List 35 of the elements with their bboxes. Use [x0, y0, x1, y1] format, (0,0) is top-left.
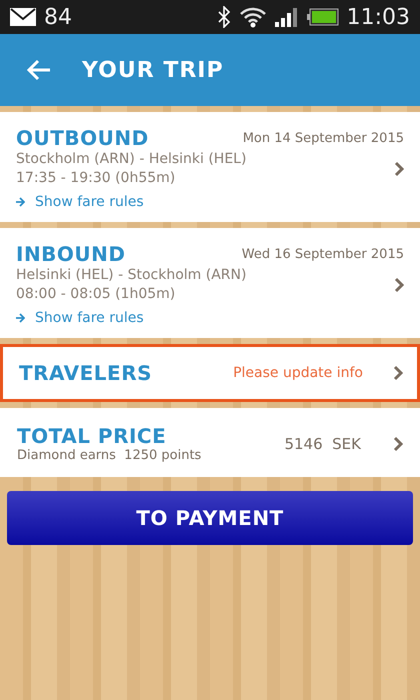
travelers-title: TRAVELERS — [19, 361, 154, 385]
bluetooth-icon — [216, 6, 231, 28]
fare-rules-link[interactable]: Show fare rules — [35, 310, 144, 326]
fare-rules-link[interactable]: Show fare rules — [35, 194, 144, 210]
page-title: YOUR TRIP — [82, 58, 224, 82]
flight-date: Mon 14 September 2015 — [242, 130, 404, 146]
battery-icon — [306, 8, 339, 26]
mail-count: 84 — [44, 4, 72, 30]
travelers-card[interactable]: TRAVELERS Please update info — [0, 344, 420, 402]
chevron-icon[interactable] — [393, 436, 403, 452]
points-text: Diamond earns 1250 points — [17, 448, 202, 463]
update-notice: Please update info — [233, 365, 363, 381]
total-card[interactable]: TOTAL PRICE Diamond earns 1250 points 5146 SEK — [0, 408, 420, 477]
flight-route: Stockholm (ARN) - Helsinki (HEL) — [16, 150, 248, 169]
flight-title: OUTBOUND — [16, 126, 149, 150]
flight-title: INBOUND — [16, 242, 126, 266]
flight-card[interactable]: OUTBOUND Mon 14 September 2015 Stockholm (ARN) - Helsinki (HEL) 17:35 - 19:30 (0h55m) Show fare rules — [0, 112, 420, 222]
flight-date: Wed 16 September 2015 — [242, 246, 404, 262]
arrow-icon — [16, 313, 25, 323]
chevron-icon[interactable] — [393, 365, 403, 381]
total-price: 5146 SEK — [284, 434, 361, 452]
chevron-icon[interactable] — [394, 277, 404, 293]
flight-card[interactable]: INBOUND Wed 16 September 2015 Helsinki (HEL) - Stockholm (ARN) 08:00 - 08:05 (1h05m) Show fare rules — [0, 228, 420, 338]
flight-times: 08:00 - 08:05 (1h05m) — [16, 285, 176, 304]
total-title: TOTAL PRICE — [17, 424, 168, 448]
clock: 11:03 — [346, 4, 410, 30]
flight-times: 17:35 - 19:30 (0h55m) — [16, 169, 176, 188]
mail-icon — [10, 8, 36, 26]
chevron-icon[interactable] — [394, 161, 404, 177]
arrow-icon — [16, 197, 25, 207]
payment-button[interactable]: TO PAYMENT — [7, 491, 413, 545]
flight-route: Helsinki (HEL) - Stockholm (ARN) — [16, 266, 248, 285]
wifi-icon — [238, 6, 267, 28]
back-button[interactable] — [26, 59, 52, 81]
signal-icon — [274, 7, 299, 27]
